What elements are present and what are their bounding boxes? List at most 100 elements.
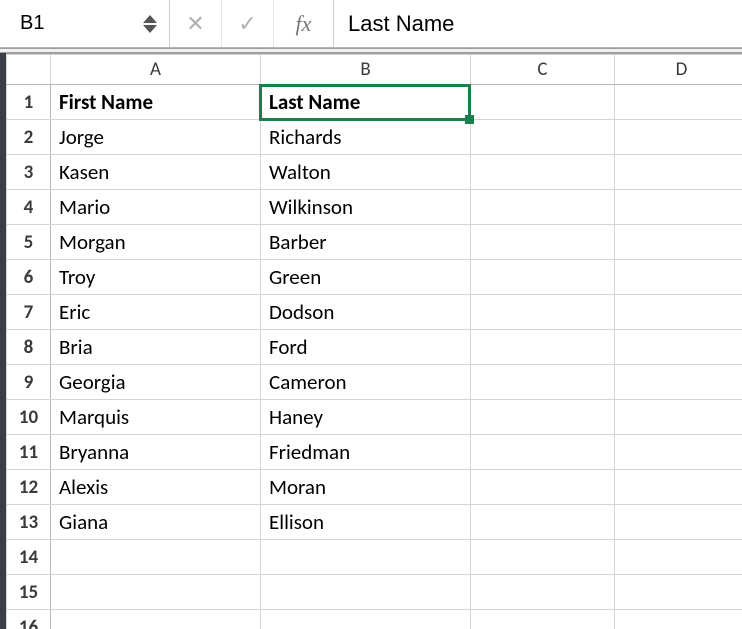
cell-A8[interactable]: Bria [51,330,261,365]
row-header[interactable]: 7 [7,295,51,330]
cell-B7[interactable]: Dodson [261,295,471,330]
cell[interactable] [615,120,742,155]
row-header[interactable]: 3 [7,155,51,190]
cell[interactable] [471,400,615,435]
cell[interactable] [471,295,615,330]
cell-A1[interactable]: First Name [51,85,261,120]
cell[interactable] [471,575,615,610]
cell-B12[interactable]: Moran [261,470,471,505]
row-header[interactable]: 6 [7,260,51,295]
cancel-button[interactable]: ✕ [170,0,222,47]
cell-A2[interactable]: Jorge [51,120,261,155]
row-header[interactable]: 15 [7,575,51,610]
column-header-A[interactable]: A [51,55,261,85]
cell-A10[interactable]: Marquis [51,400,261,435]
table-row: 3 Kasen Walton [7,155,742,190]
cell-B13[interactable]: Ellison [261,505,471,540]
cell[interactable] [471,330,615,365]
cell-B3[interactable]: Walton [261,155,471,190]
row-header[interactable]: 9 [7,365,51,400]
cell-A12[interactable]: Alexis [51,470,261,505]
cell[interactable] [615,610,742,629]
row-header[interactable]: 4 [7,190,51,225]
cell[interactable] [615,190,742,225]
row-header[interactable]: 10 [7,400,51,435]
table-row: 11 Bryanna Friedman [7,435,742,470]
cell[interactable] [615,540,742,575]
cell-B11[interactable]: Friedman [261,435,471,470]
name-box[interactable] [0,0,170,47]
row-header[interactable]: 1 [7,85,51,120]
cell-C1[interactable] [471,85,615,120]
column-header-D[interactable]: D [615,55,742,85]
cell-B1[interactable]: Last Name [261,85,471,120]
cell-B8[interactable]: Ford [261,330,471,365]
cell[interactable] [471,435,615,470]
cell-B4[interactable]: Wilkinson [261,190,471,225]
insert-function-button[interactable]: fx [274,0,334,47]
cell[interactable] [471,610,615,629]
cell[interactable] [471,155,615,190]
formula-bar: ✕ ✓ fx [0,0,742,48]
spreadsheet-grid[interactable]: A B C D 1 First Name Last Name 2 Jorge R… [6,54,742,629]
cell[interactable] [615,225,742,260]
name-box-spinner[interactable] [143,15,157,33]
cell[interactable] [471,365,615,400]
accept-button[interactable]: ✓ [222,0,274,47]
cell[interactable] [471,260,615,295]
cell[interactable] [615,435,742,470]
cell[interactable] [615,470,742,505]
row-header[interactable]: 16 [7,610,51,629]
cell-A11[interactable]: Bryanna [51,435,261,470]
cell[interactable] [471,225,615,260]
cell-A4[interactable]: Mario [51,190,261,225]
row-header[interactable]: 12 [7,470,51,505]
cell[interactable] [615,330,742,365]
column-header-C[interactable]: C [471,55,615,85]
cell[interactable] [51,540,261,575]
cell[interactable] [261,610,471,629]
formula-input[interactable] [334,10,742,38]
cell-B5[interactable]: Barber [261,225,471,260]
cell[interactable] [471,540,615,575]
row-header[interactable]: 11 [7,435,51,470]
cell-B10[interactable]: Haney [261,400,471,435]
cell[interactable] [615,505,742,540]
cell[interactable] [615,365,742,400]
cell-B6[interactable]: Green [261,260,471,295]
cell[interactable] [261,540,471,575]
chevron-down-icon[interactable] [143,25,157,33]
cell-D1[interactable] [615,85,742,120]
cell[interactable] [615,155,742,190]
row-header[interactable]: 8 [7,330,51,365]
cell-B9[interactable]: Cameron [261,365,471,400]
row-header[interactable]: 14 [7,540,51,575]
select-all-corner[interactable] [7,55,51,85]
cell-A5[interactable]: Morgan [51,225,261,260]
cell-A9[interactable]: Georgia [51,365,261,400]
row-header[interactable]: 2 [7,120,51,155]
cell-A6[interactable]: Troy [51,260,261,295]
cell[interactable] [471,190,615,225]
cell[interactable] [471,120,615,155]
cell[interactable] [261,575,471,610]
cell[interactable] [615,575,742,610]
cell[interactable] [51,575,261,610]
cell[interactable] [51,610,261,629]
row-header[interactable]: 5 [7,225,51,260]
cell[interactable] [471,470,615,505]
cell[interactable] [615,400,742,435]
name-box-input[interactable] [18,11,118,36]
chevron-up-icon[interactable] [143,15,157,23]
cancel-icon: ✕ [186,10,204,37]
cell-A3[interactable]: Kasen [51,155,261,190]
cell-A13[interactable]: Giana [51,505,261,540]
cell-A7[interactable]: Eric [51,295,261,330]
cell[interactable] [615,260,742,295]
cell[interactable] [471,505,615,540]
column-header-B[interactable]: B [261,55,471,85]
check-icon: ✓ [238,10,256,37]
cell[interactable] [615,295,742,330]
row-header[interactable]: 13 [7,505,51,540]
cell-B2[interactable]: Richards [261,120,471,155]
